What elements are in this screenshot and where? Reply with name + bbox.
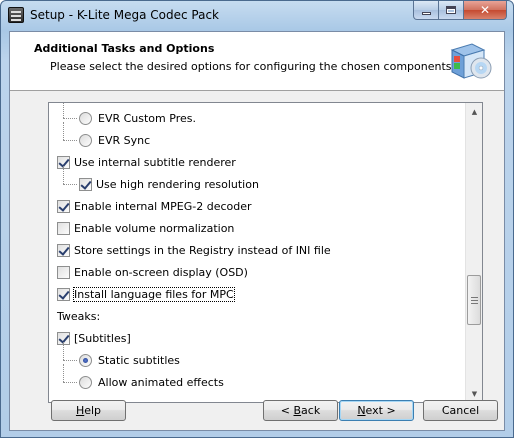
option-label: EVR Custom Pres. bbox=[98, 111, 196, 125]
minimize-button[interactable] bbox=[413, 1, 439, 20]
scroll-thumb[interactable] bbox=[467, 275, 481, 325]
checkbox-option[interactable]: [Subtitles] bbox=[57, 328, 131, 348]
wizard-client-area: Additional Tasks and Options Please sele… bbox=[9, 31, 505, 431]
grip-icon bbox=[470, 296, 478, 304]
cancel-label: Cancel bbox=[441, 404, 480, 417]
radio-button[interactable] bbox=[79, 111, 92, 125]
next-label-accel: N bbox=[357, 404, 366, 417]
section-label: Tweaks: bbox=[57, 306, 100, 326]
checkbox-option[interactable]: Use high rendering resolution bbox=[79, 174, 259, 194]
checkbox[interactable] bbox=[57, 199, 70, 213]
checkbox-option[interactable]: Store settings in the Registry instead o… bbox=[57, 240, 331, 260]
maximize-icon bbox=[446, 6, 456, 14]
radio-option[interactable]: EVR Custom Pres. bbox=[79, 108, 196, 128]
window-title: Setup - K-Lite Mega Codec Pack bbox=[30, 8, 219, 22]
caption-buttons: ✕ bbox=[413, 1, 507, 21]
radio-option[interactable]: Static subtitles bbox=[79, 350, 180, 370]
app-icon[interactable] bbox=[8, 7, 24, 23]
scroll-up-arrow-icon[interactable]: ▲ bbox=[466, 103, 482, 120]
option-label: Enable volume normalization bbox=[74, 221, 235, 235]
page-title: Additional Tasks and Options bbox=[34, 42, 215, 55]
checkbox[interactable] bbox=[57, 243, 70, 257]
vertical-scrollbar[interactable]: ▲ ▼ bbox=[465, 103, 482, 402]
option-label: Allow animated effects bbox=[98, 375, 224, 389]
setup-window: Setup - K-Lite Mega Codec Pack ✕ Additio… bbox=[0, 0, 514, 438]
radio-button[interactable] bbox=[79, 353, 92, 367]
tree-connector bbox=[63, 118, 77, 119]
back-button[interactable]: < Back bbox=[263, 400, 338, 421]
help-button[interactable]: Help bbox=[51, 400, 126, 421]
checkbox-option[interactable]: Use internal subtitle renderer bbox=[57, 152, 236, 172]
tree-connector bbox=[63, 140, 77, 141]
next-button[interactable]: Next > bbox=[339, 400, 414, 421]
help-label-suffix: elp bbox=[84, 404, 102, 417]
checkbox-option[interactable]: Enable internal MPEG-2 decoder bbox=[57, 196, 252, 216]
option-label: Store settings in the Registry instead o… bbox=[74, 243, 331, 257]
options-list: EVR Custom Pres. EVR Sync Use internal sub… bbox=[49, 103, 466, 402]
close-button[interactable]: ✕ bbox=[464, 1, 507, 20]
checkbox-option[interactable]: Install language files for MPC bbox=[57, 284, 235, 304]
page-subtitle: Please select the desired options for co… bbox=[50, 60, 456, 73]
checkbox[interactable] bbox=[57, 287, 70, 301]
option-label: Install language files for MPC bbox=[73, 286, 235, 302]
radio-option[interactable]: Allow animated effects bbox=[79, 372, 224, 392]
wizard-header: Additional Tasks and Options Please sele… bbox=[10, 32, 504, 91]
checkbox[interactable] bbox=[79, 177, 92, 191]
tree-connector bbox=[63, 382, 77, 383]
tree-connector bbox=[63, 103, 64, 118]
option-label: Static subtitles bbox=[98, 353, 180, 367]
back-label-prefix: < bbox=[280, 404, 294, 417]
radio-button[interactable] bbox=[79, 375, 92, 389]
option-label: EVR Sync bbox=[98, 133, 151, 147]
tree-connector bbox=[63, 166, 64, 184]
tree-connector bbox=[63, 122, 64, 140]
option-label: Enable internal MPEG-2 decoder bbox=[74, 199, 252, 213]
help-label-accel: H bbox=[75, 404, 85, 417]
tree-connector bbox=[63, 360, 77, 361]
tree-connector bbox=[63, 364, 64, 382]
back-label-accel: B bbox=[293, 404, 302, 417]
option-label: Use high rendering resolution bbox=[96, 177, 259, 191]
option-label: Tweaks: bbox=[57, 309, 101, 323]
radio-option[interactable]: EVR Sync bbox=[79, 130, 150, 150]
radio-button[interactable] bbox=[79, 133, 92, 147]
title-bar[interactable]: Setup - K-Lite Mega Codec Pack ✕ bbox=[1, 1, 513, 30]
next-label-suffix: ext > bbox=[365, 404, 396, 417]
close-icon: ✕ bbox=[479, 3, 491, 17]
checkbox-option[interactable]: Enable volume normalization bbox=[57, 218, 234, 238]
tree-connector bbox=[63, 184, 77, 185]
option-label: Enable on-screen display (OSD) bbox=[74, 265, 248, 279]
checkbox[interactable] bbox=[57, 265, 70, 279]
cancel-button[interactable]: Cancel bbox=[423, 400, 498, 421]
option-label: Use internal subtitle renderer bbox=[74, 155, 236, 169]
minimize-icon bbox=[421, 11, 431, 15]
checkbox-option[interactable]: Enable on-screen display (OSD) bbox=[57, 262, 248, 282]
setup-box-icon bbox=[450, 43, 492, 79]
options-list-box[interactable]: EVR Custom Pres. EVR Sync Use internal sub… bbox=[48, 102, 483, 403]
checkbox[interactable] bbox=[57, 221, 70, 235]
option-label: [Subtitles] bbox=[74, 331, 131, 345]
tree-connector bbox=[63, 342, 64, 360]
maximize-button[interactable] bbox=[439, 1, 464, 20]
back-label-suffix: ack bbox=[301, 404, 321, 417]
